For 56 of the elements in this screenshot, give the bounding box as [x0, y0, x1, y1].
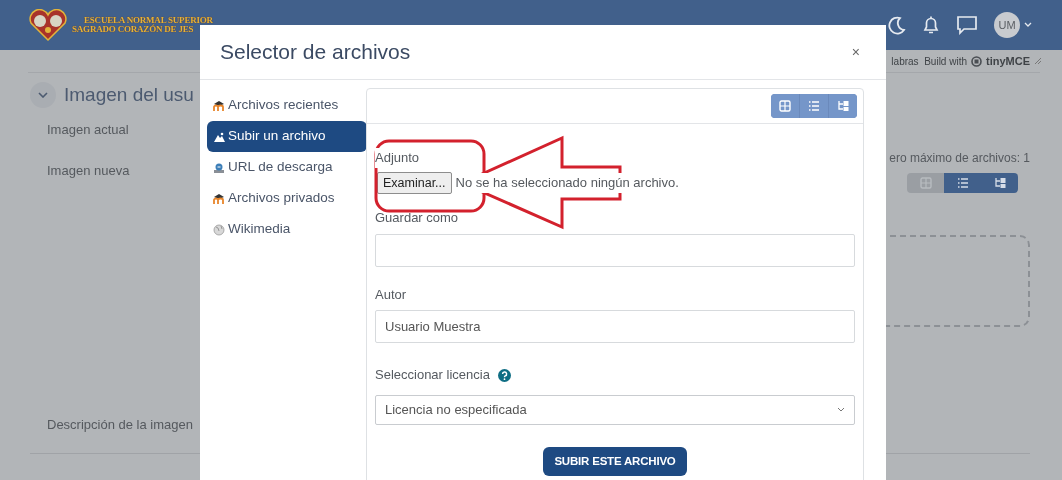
- field-label: Imagen actual: [47, 120, 129, 139]
- help-icon[interactable]: [497, 368, 511, 382]
- messages-icon[interactable]: [956, 15, 978, 35]
- field-label: Adjunto: [375, 148, 420, 168]
- chevron-down-icon: [38, 92, 48, 99]
- globe-icon: [213, 223, 225, 236]
- grid-icon: [779, 100, 791, 112]
- view-toggle-button[interactable]: [944, 173, 981, 193]
- list-icon: [956, 177, 969, 189]
- branding-text: Build with: [924, 54, 967, 69]
- heart-emblem-icon: [28, 9, 68, 41]
- upload-button[interactable]: SUBIR ESTE ARCHIVO: [543, 446, 687, 476]
- view-toggle-button[interactable]: [907, 173, 944, 193]
- tinymce-logo-icon: [971, 55, 982, 67]
- license-select[interactable]: Licencia no especificada: [375, 394, 855, 425]
- view-toggle-button[interactable]: [800, 94, 828, 118]
- view-toggle-button[interactable]: [771, 94, 799, 118]
- field-label: Guardar como: [375, 209, 460, 228]
- moodle-cap-icon: [213, 99, 225, 112]
- repository-item[interactable]: Wikimedia: [207, 214, 367, 245]
- repository-item[interactable]: Archivos privados: [207, 183, 367, 214]
- resize-handle-icon[interactable]: [1034, 57, 1042, 65]
- word-count-text: labras: [891, 54, 919, 69]
- dark-mode-icon[interactable]: [886, 15, 906, 35]
- download-tray-icon: [213, 161, 225, 174]
- close-button[interactable]: ×: [847, 41, 864, 63]
- view-toggle-button[interactable]: [829, 94, 857, 118]
- repository-item[interactable]: Subir un archivo: [207, 121, 367, 152]
- field-label: Seleccionar licencia: [375, 366, 490, 385]
- field-label: Imagen nueva: [47, 162, 130, 177]
- section-heading: Imagen del usu: [64, 83, 194, 107]
- file-status-text: No se ha seleccionado ningún archivo.: [455, 173, 679, 193]
- tree-icon: [993, 177, 1006, 189]
- caret-icon: [837, 407, 845, 413]
- notification-bell-icon[interactable]: [922, 15, 940, 35]
- dialog-title: Selector de archivos: [220, 39, 411, 66]
- school-name: SAGRADO CORAZÓN DE JES: [72, 25, 195, 35]
- mountain-icon: [213, 130, 225, 143]
- collapse-toggle[interactable]: [30, 82, 56, 109]
- field-label: Descripción de la imagen: [47, 416, 193, 434]
- list-icon: [808, 100, 820, 112]
- repository-item[interactable]: URL de descarga: [207, 152, 367, 183]
- browse-button[interactable]: Examinar...: [377, 171, 452, 195]
- author-field[interactable]: Usuario Muestra: [375, 310, 855, 344]
- max-files-text: ero máximo de archivos: 1: [889, 150, 1030, 167]
- caret-icon[interactable]: [1024, 22, 1032, 28]
- field-label: Autor: [375, 285, 408, 304]
- moodle-cap-icon: [213, 192, 225, 205]
- view-toggle-button[interactable]: [981, 173, 1018, 193]
- save-as-field[interactable]: [375, 233, 855, 267]
- grid-icon: [919, 177, 932, 189]
- repository-item[interactable]: Archivos recientes: [207, 90, 367, 121]
- tree-icon: [837, 100, 849, 112]
- school-type: ESCUELA NORMAL SUPERIOR: [83, 15, 213, 25]
- user-avatar[interactable]: UM: [994, 12, 1020, 38]
- brand-name: tinyMCE: [986, 53, 1030, 69]
